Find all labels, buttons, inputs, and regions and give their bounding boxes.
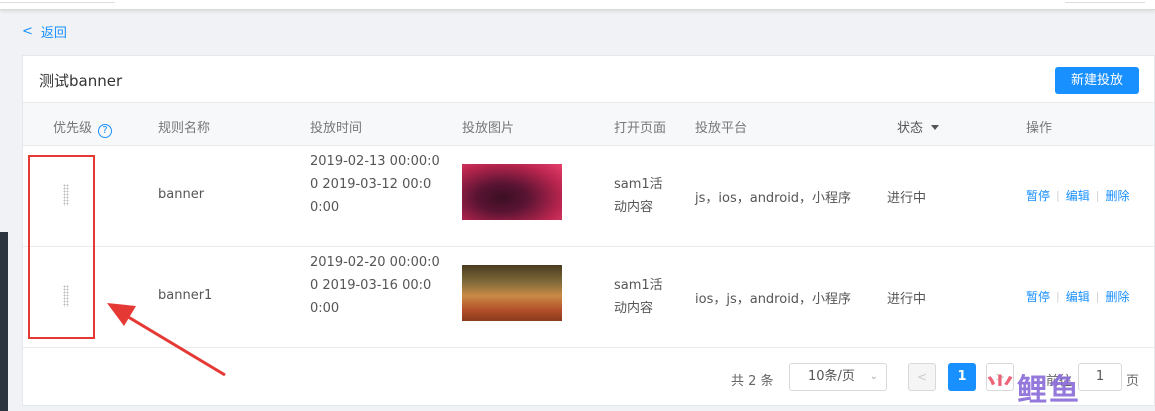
watermark-logo: ⺌鲤鱼 — [985, 365, 1081, 409]
watermark-mark: ⺌ — [985, 373, 1017, 408]
annotation-arrow — [107, 303, 226, 377]
watermark-text: 鲤鱼 — [1017, 373, 1081, 408]
